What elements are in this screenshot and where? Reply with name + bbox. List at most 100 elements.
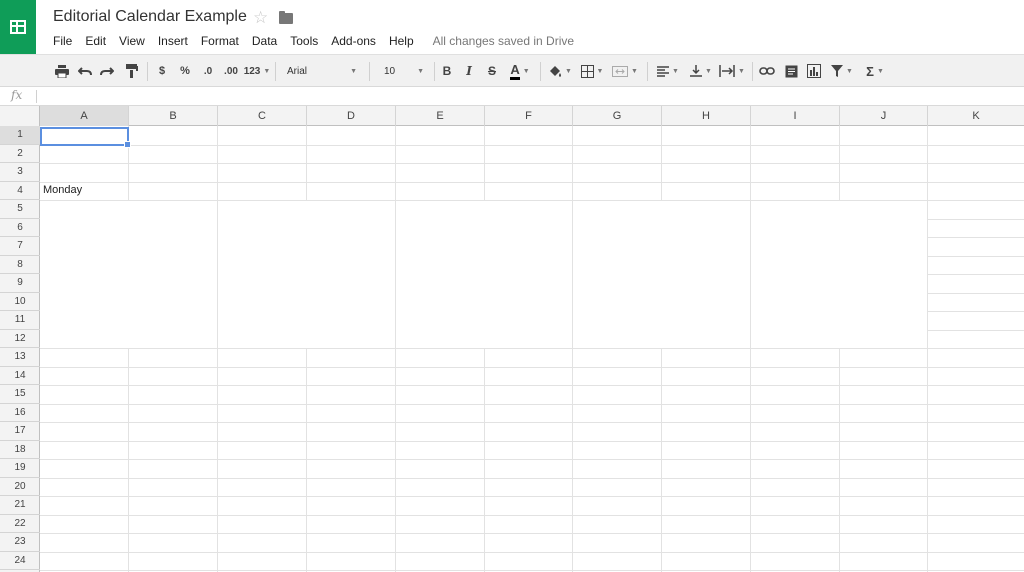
cell-a4[interactable]: Monday [43, 184, 82, 196]
text-color-button[interactable]: A ▼ [505, 55, 535, 87]
currency-format-button[interactable]: $ [153, 55, 171, 87]
number-format-label: 123 [243, 65, 261, 77]
print-button[interactable] [52, 55, 72, 87]
column-header-k[interactable]: K [928, 106, 1024, 126]
row-header-5[interactable]: 5 [0, 200, 40, 219]
percent-format-button[interactable]: % [176, 55, 194, 87]
number-format-dropdown[interactable]: 123 ▼ [243, 55, 271, 87]
row-header-3[interactable]: 3 [0, 163, 40, 182]
increase-decimal-button[interactable]: .00 [220, 55, 242, 87]
borders-button[interactable]: ▼ [578, 55, 606, 87]
row-gridline [928, 274, 1024, 275]
column-header-i[interactable]: I [751, 106, 840, 126]
decrease-decimal-button[interactable]: .0 [198, 55, 218, 87]
paint-format-button[interactable] [121, 55, 141, 87]
horizontal-align-button[interactable]: ▼ [653, 55, 683, 87]
column-header-h[interactable]: H [662, 106, 751, 126]
column-header-j[interactable]: J [840, 106, 928, 126]
menubar: File Edit View Insert Format Data Tools … [53, 33, 574, 49]
cell-area[interactable]: Monday [40, 126, 1024, 572]
menu-addons[interactable]: Add-ons [331, 33, 376, 49]
column-gridline [661, 126, 662, 200]
row-header-16[interactable]: 16 [0, 404, 40, 422]
menu-view[interactable]: View [119, 33, 145, 49]
redo-button[interactable] [97, 55, 117, 87]
formula-input[interactable] [41, 88, 1021, 105]
row-header-21[interactable]: 21 [0, 496, 40, 515]
row-gridline [40, 348, 1024, 349]
star-icon[interactable]: ☆ [253, 8, 268, 28]
chart-icon [807, 64, 821, 78]
row-header-23[interactable]: 23 [0, 533, 40, 552]
font-size-dropdown[interactable]: 10 ▼ [378, 55, 430, 87]
document-title[interactable]: Editorial Calendar Example [53, 8, 247, 26]
row-header-17[interactable]: 17 [0, 422, 40, 441]
menu-help[interactable]: Help [389, 33, 414, 49]
column-gridline [306, 348, 307, 572]
chevron-down-icon: ▼ [705, 67, 712, 75]
row-header-7[interactable]: 7 [0, 237, 40, 256]
column-header-d[interactable]: D [307, 106, 396, 126]
column-header-e[interactable]: E [396, 106, 485, 126]
insert-chart-button[interactable] [804, 55, 824, 87]
chevron-down-icon: ▼ [631, 67, 638, 75]
undo-button[interactable] [75, 55, 95, 87]
column-header-g[interactable]: G [573, 106, 662, 126]
insert-comment-button[interactable] [781, 55, 801, 87]
row-header-18[interactable]: 18 [0, 441, 40, 459]
row-gridline [928, 237, 1024, 238]
save-status[interactable]: All changes saved in Drive [433, 33, 574, 49]
menu-insert[interactable]: Insert [158, 33, 188, 49]
select-all-corner[interactable] [0, 106, 40, 126]
row-header-22[interactable]: 22 [0, 515, 40, 533]
row-header-8[interactable]: 8 [0, 256, 40, 274]
column-header-f[interactable]: F [485, 106, 573, 126]
toolbar-divider [647, 62, 648, 81]
sheets-icon[interactable] [0, 0, 36, 54]
row-header-12[interactable]: 12 [0, 330, 40, 348]
chevron-down-icon: ▼ [263, 67, 271, 75]
merge-cells-button[interactable]: ▼ [609, 55, 641, 87]
folder-icon[interactable] [279, 11, 293, 24]
row-header-15[interactable]: 15 [0, 385, 40, 404]
menu-file[interactable]: File [53, 33, 72, 49]
column-header-c[interactable]: C [218, 106, 307, 126]
menu-edit[interactable]: Edit [85, 33, 106, 49]
functions-button[interactable]: Σ ▼ [860, 55, 890, 87]
bold-button[interactable]: B [439, 55, 455, 87]
menu-format[interactable]: Format [201, 33, 239, 49]
row-header-1[interactable]: 1 [0, 126, 40, 145]
row-header-4[interactable]: 4 [0, 182, 40, 200]
column-header-b[interactable]: B [129, 106, 218, 126]
row-header-6[interactable]: 6 [0, 219, 40, 237]
menu-data[interactable]: Data [252, 33, 277, 49]
strikethrough-button[interactable]: S [484, 55, 500, 87]
italic-button[interactable]: I [461, 55, 477, 87]
font-family-dropdown[interactable]: Arial ▼ [281, 55, 363, 87]
align-left-icon [657, 65, 670, 77]
formula-bar: fx [0, 87, 1024, 106]
active-cell-selection[interactable] [40, 127, 131, 148]
row-header-24[interactable]: 24 [0, 552, 40, 570]
insert-link-button[interactable] [757, 55, 777, 87]
row-gridline [40, 200, 1024, 201]
fill-color-button[interactable]: ▼ [546, 55, 574, 87]
menu-tools[interactable]: Tools [290, 33, 318, 49]
row-header-20[interactable]: 20 [0, 478, 40, 496]
font-family-label: Arial [287, 65, 308, 77]
row-header-2[interactable]: 2 [0, 145, 40, 163]
chevron-down-icon: ▼ [565, 67, 572, 75]
row-header-19[interactable]: 19 [0, 459, 40, 478]
filter-button[interactable]: ▼ [827, 55, 857, 87]
row-gridline [40, 514, 1024, 516]
column-header-a[interactable]: A [40, 106, 129, 126]
row-header-11[interactable]: 11 [0, 311, 40, 330]
vertical-align-button[interactable]: ▼ [686, 55, 716, 87]
row-header-14[interactable]: 14 [0, 367, 40, 385]
row-header-9[interactable]: 9 [0, 274, 40, 293]
row-header-13[interactable]: 13 [0, 348, 40, 367]
row-gridline [40, 403, 1024, 405]
text-wrap-button[interactable]: ▼ [717, 55, 747, 87]
column-gridline [839, 348, 840, 572]
row-header-10[interactable]: 10 [0, 293, 40, 311]
